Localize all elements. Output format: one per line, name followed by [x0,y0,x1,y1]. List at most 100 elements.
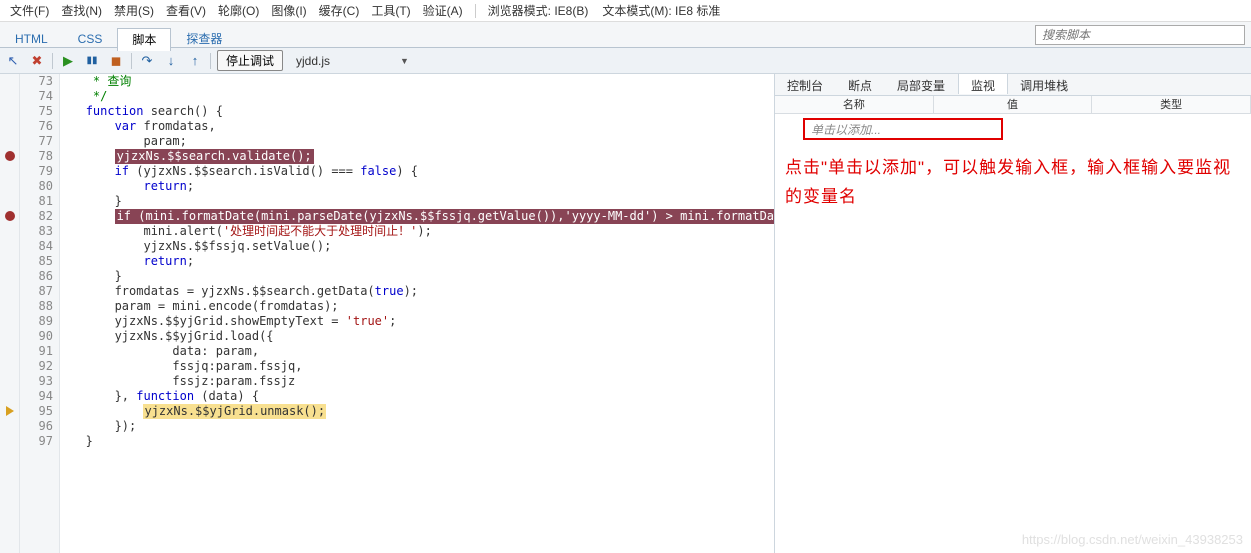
line-number: 84 [20,239,59,254]
breakpoint-cell[interactable] [0,104,19,119]
breakpoint-cell[interactable] [0,329,19,344]
menu-item[interactable]: 禁用(S) [108,2,160,20]
breakpoint-cell[interactable] [0,314,19,329]
breakpoint-cell[interactable] [0,149,19,164]
code-line[interactable]: param = mini.encode(fromdatas); [60,299,774,314]
breakpoint-cell[interactable] [0,419,19,434]
search-input[interactable] [1035,25,1245,45]
file-selector[interactable]: yjdd.js ▼ [289,53,416,69]
breakpoint-cell[interactable] [0,89,19,104]
line-number: 90 [20,329,59,344]
code-line[interactable]: return; [60,254,774,269]
code-line[interactable]: yjzxNs.$$fssjq.setValue(); [60,239,774,254]
code-line[interactable]: */ [60,89,774,104]
line-number: 88 [20,299,59,314]
step-into-icon[interactable]: ↓ [162,52,180,70]
code-line[interactable]: yjzxNs.$$yjGrid.load({ [60,329,774,344]
main-tab[interactable]: CSS [63,27,118,50]
code-line[interactable]: fssjq:param.fssjq, [60,359,774,374]
stop-debug-button[interactable]: 停止调试 [217,50,283,71]
code-area[interactable]: * 查询 */ function search() { var fromdata… [60,74,774,553]
breakpoint-cell[interactable] [0,164,19,179]
menu-item[interactable]: 缓存(C) [313,2,366,20]
browser-mode-label[interactable]: 浏览器模式: IE8(B) [482,0,595,21]
code-line[interactable]: }); [60,419,774,434]
line-number: 85 [20,254,59,269]
step-out-icon[interactable]: ↑ [186,52,204,70]
menu-item[interactable]: 查找(N) [55,2,108,20]
menu-item[interactable]: 文件(F) [4,2,55,20]
code-line[interactable]: data: param, [60,344,774,359]
breakpoint-cell[interactable] [0,254,19,269]
breakpoint-gutter[interactable] [0,74,20,553]
menu-item[interactable]: 查看(V) [160,2,212,20]
menu-item[interactable]: 验证(A) [417,2,469,20]
code-line[interactable]: function search() { [60,104,774,119]
code-line[interactable]: mini.alert('处理时间起不能大于处理时间止！'); [60,224,774,239]
breakpoint-cell[interactable] [0,194,19,209]
menubar: 文件(F)查找(N)禁用(S)查看(V)轮廓(O)图像(I)缓存(C)工具(T)… [0,0,1251,22]
cursor-icon[interactable]: ↖ [4,52,22,70]
menu-item[interactable]: 轮廓(O) [212,2,265,20]
current-file-label: yjdd.js [296,54,330,68]
breakpoint-cell[interactable] [0,74,19,89]
breakpoint-cell[interactable] [0,359,19,374]
right-tab[interactable]: 局部变量 [885,74,958,95]
right-tab[interactable]: 控制台 [775,74,836,95]
line-number: 77 [20,134,59,149]
code-line[interactable]: yjzxNs.$$yjGrid.showEmptyText = 'true'; [60,314,774,329]
separator [475,4,476,18]
main-tab[interactable]: 脚本 [117,28,171,51]
clear-icon[interactable]: ✖ [28,52,46,70]
menu-item[interactable]: 图像(I) [265,2,312,20]
code-line[interactable]: if (mini.formatDate(mini.parseDate(yjzxN… [60,209,774,224]
code-line[interactable]: var fromdatas, [60,119,774,134]
main-tab[interactable]: HTML [0,27,63,50]
code-line[interactable]: fromdatas = yjzxNs.$$search.getData(true… [60,284,774,299]
line-number: 89 [20,314,59,329]
breakpoint-cell[interactable] [0,269,19,284]
breakpoint-cell[interactable] [0,239,19,254]
code-line[interactable]: } [60,434,774,449]
line-number: 95 [20,404,59,419]
code-line[interactable]: yjzxNs.$$search.validate(); [60,149,774,164]
watch-col-name: 名称 [775,96,934,113]
breakpoint-cell[interactable] [0,209,19,224]
right-tab[interactable]: 调用堆栈 [1008,74,1081,95]
code-line[interactable]: if (yjzxNs.$$search.isValid() === false)… [60,164,774,179]
breakpoint-cell[interactable] [0,299,19,314]
breakpoint-cell[interactable] [0,404,19,419]
breakpoint-cell[interactable] [0,434,19,449]
code-line[interactable]: } [60,194,774,209]
code-line[interactable]: * 查询 [60,74,774,89]
breakpoint-cell[interactable] [0,179,19,194]
breakpoint-cell[interactable] [0,374,19,389]
menu-item[interactable]: 工具(T) [365,2,416,20]
play-icon[interactable]: ▶ [59,52,77,70]
breakpoint-cell[interactable] [0,119,19,134]
right-tab[interactable]: 监视 [958,73,1008,94]
breakpoint-cell[interactable] [0,344,19,359]
watch-col-value: 值 [934,96,1093,113]
step-over-icon[interactable]: ↷ [138,52,156,70]
code-line[interactable]: yjzxNs.$$yjGrid.unmask(); [60,404,774,419]
line-number: 81 [20,194,59,209]
main-tab[interactable]: 探查器 [171,27,237,50]
main-area: 7374757677787980818283848586878889909192… [0,74,1251,553]
breakpoint-cell[interactable] [0,224,19,239]
code-line[interactable]: fssjz:param.fssjz [60,374,774,389]
right-tab[interactable]: 断点 [836,74,885,95]
breakpoint-cell[interactable] [0,389,19,404]
stop-square-icon[interactable]: ◼ [107,52,125,70]
line-number: 87 [20,284,59,299]
breakpoint-cell[interactable] [0,134,19,149]
line-number: 73 [20,74,59,89]
pause-icon[interactable]: ▮▮ [83,52,101,70]
code-line[interactable]: return; [60,179,774,194]
code-line[interactable]: param; [60,134,774,149]
doc-mode-label[interactable]: 文本模式(M): IE8 标准 [596,0,726,21]
watch-add-input[interactable]: 单击以添加... [803,118,1003,140]
breakpoint-cell[interactable] [0,284,19,299]
code-line[interactable]: }, function (data) { [60,389,774,404]
code-line[interactable]: } [60,269,774,284]
